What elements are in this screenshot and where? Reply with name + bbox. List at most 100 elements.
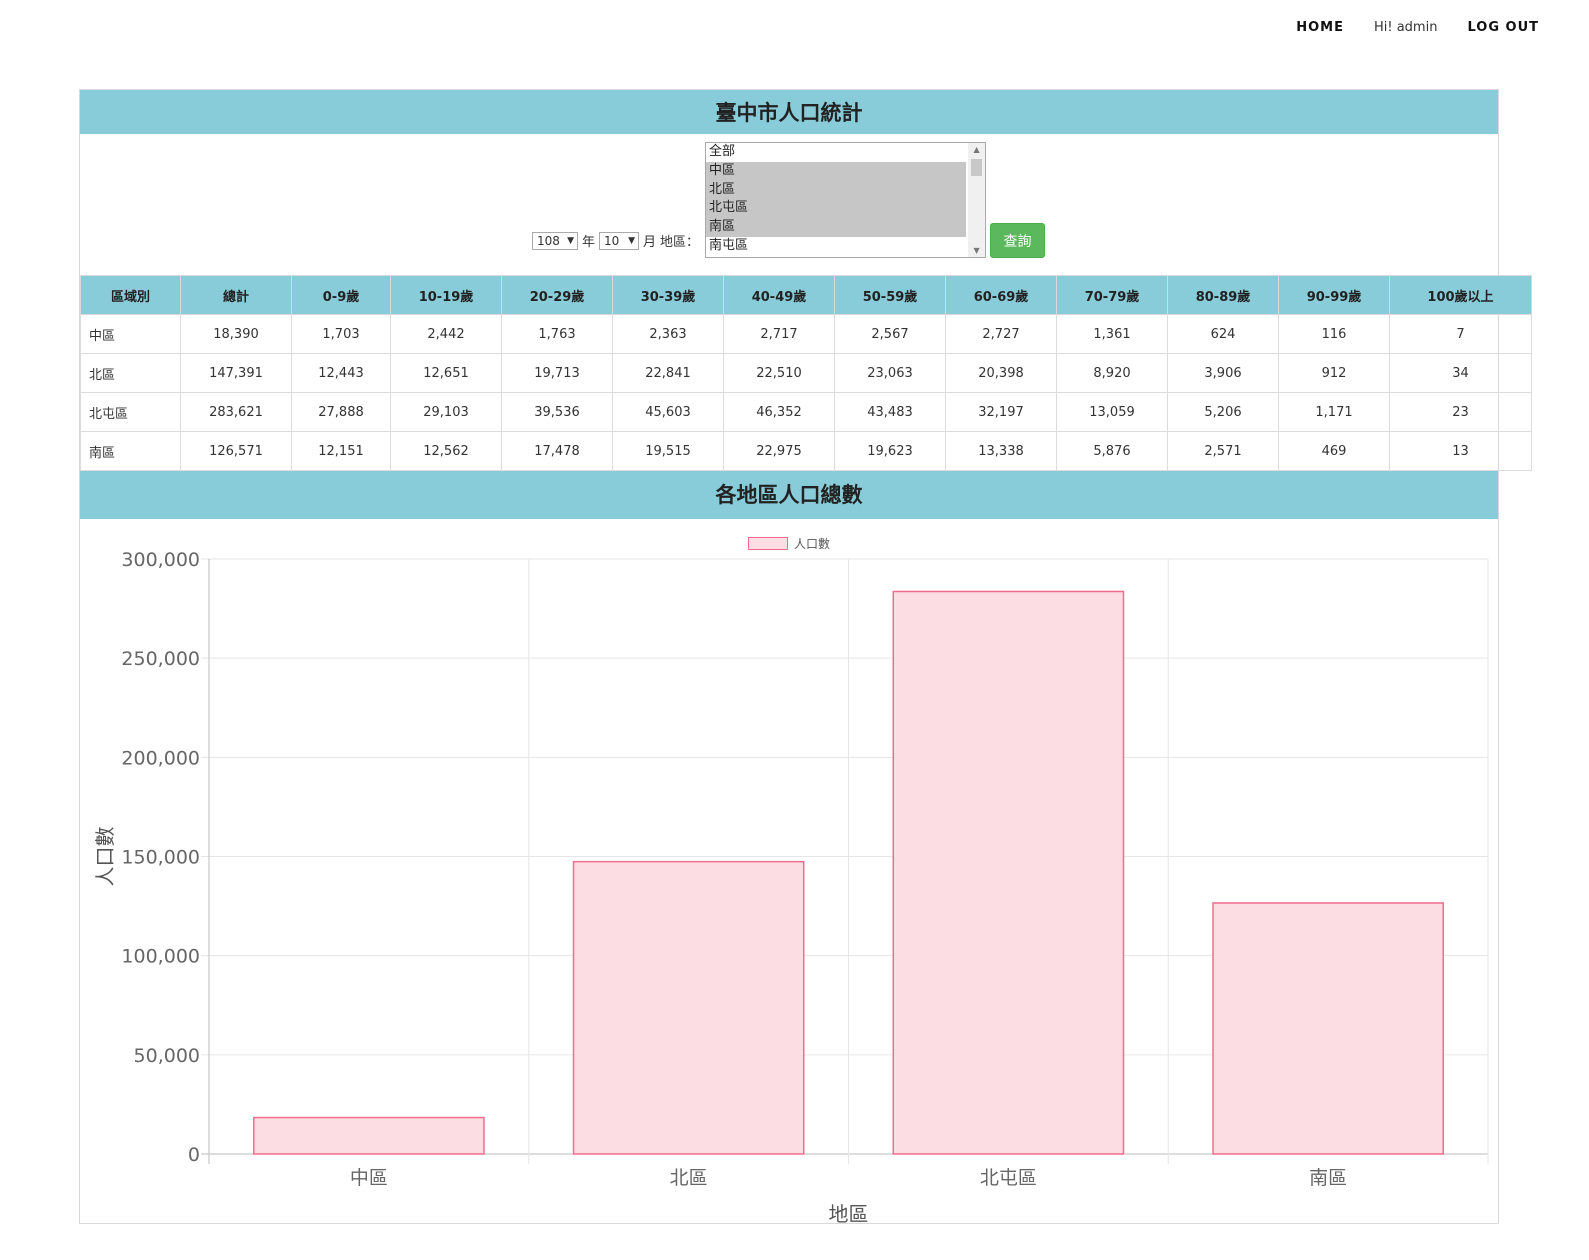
y-tick-label: 50,000	[134, 1045, 200, 1067]
chart-title: 各地區人口總數	[80, 471, 1498, 519]
area-option[interactable]: 中區	[706, 161, 967, 181]
table-cell: 29,103	[390, 392, 502, 432]
table-cell: 39,536	[501, 392, 613, 432]
column-header: 90-99歲	[1278, 275, 1390, 315]
table-cell: 46,352	[723, 392, 835, 432]
table-cell: 5,876	[1056, 431, 1168, 471]
table-cell: 23	[1389, 392, 1532, 432]
table-cell: 283,621	[180, 392, 292, 432]
area-option[interactable]: 南屯區	[706, 237, 966, 256]
table-cell: 1,361	[1056, 314, 1168, 354]
x-axis-label: 地區	[829, 1202, 869, 1226]
scroll-down-icon[interactable]: ▼	[968, 246, 985, 255]
chart-container: 人口數 0 50,000 100,000 150,000 200,000 250,000 3…	[80, 519, 1498, 1236]
query-button[interactable]: 查詢	[990, 223, 1046, 258]
table-cell: 1,703	[291, 314, 391, 354]
area-name-cell: 南區	[80, 431, 181, 471]
x-tick-label: 北區	[670, 1167, 708, 1189]
table-cell: 1,171	[1278, 392, 1390, 432]
table-cell: 2,727	[945, 314, 1057, 354]
area-option[interactable]: 北區	[706, 180, 967, 200]
table-cell: 2,442	[390, 314, 502, 354]
nav-home-link[interactable]: HOME	[1296, 20, 1344, 35]
table-cell: 1,763	[501, 314, 613, 354]
area-name-cell: 北屯區	[80, 392, 181, 432]
page-title: 臺中市人口統計	[80, 90, 1498, 134]
table-cell: 19,713	[501, 353, 613, 393]
table-cell: 22,975	[723, 431, 835, 471]
table-cell: 12,651	[390, 353, 502, 393]
year-select[interactable]: 108 ▼	[532, 232, 578, 250]
query-form-row: 108 ▼ 年 10 ▼ 月 地區： 全部 中區 北區 北屯區 南區 南屯區 ▲ ▼ 查詢	[532, 142, 1046, 258]
area-option[interactable]: 南區	[706, 218, 967, 237]
area-option[interactable]: 北屯區	[706, 199, 967, 219]
x-tick-label: 南區	[1309, 1167, 1347, 1189]
table-cell: 469	[1278, 431, 1390, 471]
table-cell: 27,888	[291, 392, 391, 432]
column-header: 40-49歲	[723, 275, 835, 315]
table-cell: 13	[1389, 431, 1532, 471]
table-row: 北區 147,391 12,443 12,651 19,713 22,841 22,510 2…	[80, 353, 1532, 393]
table-cell: 20,398	[945, 353, 1057, 393]
scroll-up-icon[interactable]: ▲	[968, 145, 985, 154]
top-nav: HOME Hi! admin LOG OUT	[1296, 20, 1539, 35]
column-header: 30-39歲	[612, 275, 724, 315]
y-tick-label: 250,000	[121, 648, 200, 670]
table-cell: 12,562	[390, 431, 502, 471]
area-name-cell: 中區	[80, 314, 181, 354]
table-cell: 22,510	[723, 353, 835, 393]
listbox-scrollbar[interactable]: ▲ ▼	[968, 143, 986, 257]
scrollbar-thumb[interactable]	[971, 159, 983, 176]
month-select-value: 10	[604, 234, 620, 248]
column-header: 20-29歲	[501, 275, 613, 315]
chevron-down-icon: ▼	[567, 236, 574, 246]
year-select-value: 108	[537, 234, 560, 248]
table-cell: 2,363	[612, 314, 724, 354]
table-cell: 3,906	[1167, 353, 1279, 393]
nav-greeting[interactable]: Hi! admin	[1374, 20, 1437, 35]
table-cell: 8,920	[1056, 353, 1168, 393]
month-select[interactable]: 10 ▼	[599, 232, 640, 250]
table-row: 南區 126,571 12,151 12,562 17,478 19,515 22,975 1…	[80, 431, 1532, 471]
y-tick-label: 200,000	[121, 747, 200, 769]
area-listbox[interactable]: 全部 中區 北區 北屯區 南區 南屯區 ▲ ▼	[705, 142, 987, 258]
table-cell: 147,391	[180, 353, 292, 393]
table-header-row: 區域別 總計 0-9歲 10-19歲 20-29歲 30-39歲 40-49歲 50-59歲 6…	[80, 275, 1532, 315]
column-header: 50-59歲	[834, 275, 946, 315]
x-tick-label: 北屯區	[980, 1167, 1037, 1189]
table-cell: 18,390	[180, 314, 292, 354]
stats-panel: 臺中市人口統計 108 ▼ 年 10 ▼ 月 地區： 全部 中區 北區 北屯區 南區 南屯…	[79, 89, 1532, 1226]
y-tick-label: 100,000	[121, 946, 200, 968]
table-cell: 13,059	[1056, 392, 1168, 432]
table-cell: 23,063	[834, 353, 946, 393]
year-suffix-label: 年	[582, 235, 596, 250]
column-header: 100歲以上	[1389, 275, 1532, 315]
table-cell: 7	[1389, 314, 1532, 354]
area-label: 地區：	[660, 235, 700, 250]
table-cell: 13,338	[945, 431, 1057, 471]
table-cell: 12,443	[291, 353, 391, 393]
bar	[892, 590, 1125, 1155]
table-cell: 126,571	[180, 431, 292, 471]
bar	[1212, 902, 1444, 1155]
month-suffix-label: 月	[643, 235, 657, 250]
column-header: 70-79歲	[1056, 275, 1168, 315]
column-header: 總計	[180, 275, 292, 315]
table-row: 中區 18,390 1,703 2,442 1,763 2,363 2,717 2,567 2,…	[80, 314, 1532, 354]
y-tick-label: 150,000	[121, 847, 200, 869]
table-cell: 2,571	[1167, 431, 1279, 471]
query-form: 108 ▼ 年 10 ▼ 月 地區： 全部 中區 北區 北屯區 南區 南屯區 ▲ ▼ 查詢	[80, 134, 1498, 275]
table-cell: 19,515	[612, 431, 724, 471]
table-body: 中區 18,390 1,703 2,442 1,763 2,363 2,717 2,567 2,…	[80, 314, 1532, 471]
table-cell: 43,483	[834, 392, 946, 432]
chevron-down-icon: ▼	[628, 236, 636, 246]
column-header: 0-9歲	[291, 275, 391, 315]
table-cell: 22,841	[612, 353, 724, 393]
area-option[interactable]: 全部	[706, 143, 966, 162]
y-tick-label: 300,000	[121, 549, 200, 571]
table-cell: 2,717	[723, 314, 835, 354]
nav-logout-link[interactable]: LOG OUT	[1467, 20, 1539, 35]
column-header: 10-19歲	[390, 275, 502, 315]
column-header: 區域別	[80, 275, 181, 315]
bar-chart: 0 50,000 100,000 150,000 200,000 250,000 300,0…	[93, 549, 1489, 1226]
